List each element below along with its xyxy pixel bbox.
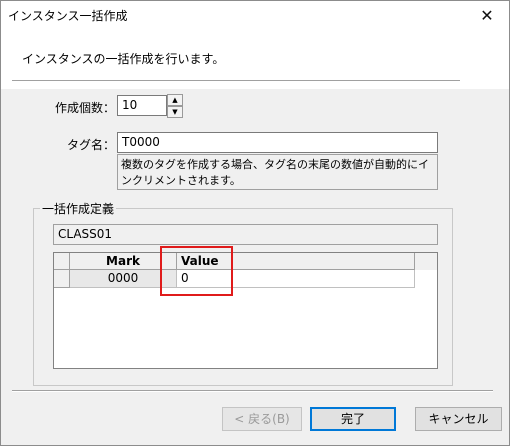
count-input[interactable]: 10	[117, 95, 167, 116]
row-header[interactable]	[54, 270, 70, 288]
up-arrow-icon[interactable]: ▲	[167, 94, 183, 106]
cancel-button[interactable]: キャンセル	[415, 407, 502, 431]
header-divider	[12, 80, 460, 82]
footer-divider	[12, 390, 493, 392]
class-name-field: CLASS01	[53, 224, 438, 245]
highlight-box	[160, 246, 233, 296]
finish-button[interactable]: 完了	[310, 407, 396, 431]
back-button[interactable]: < 戻る(B)	[222, 407, 302, 431]
grid-corner	[54, 253, 70, 270]
hint-text: 複数のタグを作成する場合、タグ名の末尾の数値が自動的にインクリメントされます。	[117, 154, 438, 190]
intro-text: インスタンスの一括作成を行います。	[22, 52, 225, 66]
tag-name-input[interactable]: T0000	[117, 132, 438, 153]
close-icon[interactable]: ✕	[465, 1, 509, 31]
title-bar: インスタンス一括作成 ✕	[1, 1, 509, 31]
groupbox-label: 一括作成定義	[40, 200, 117, 217]
count-spinner: ▲ ▼	[167, 94, 183, 118]
down-arrow-icon[interactable]: ▼	[167, 106, 183, 118]
count-label: 作成個数：	[54, 101, 115, 115]
window-title: インスタンス一括作成	[8, 9, 128, 23]
tag-label: タグ名：	[66, 138, 115, 152]
definition-grid: Mark Value 0000 0	[53, 252, 438, 369]
